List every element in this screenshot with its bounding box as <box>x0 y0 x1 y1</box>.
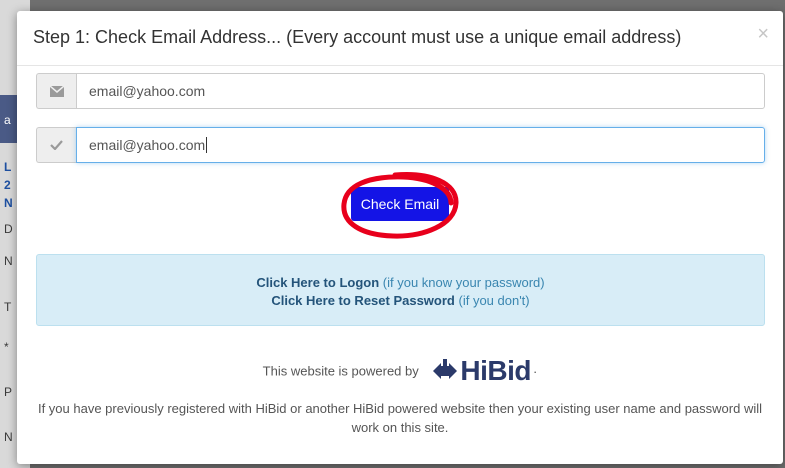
reset-line: Click Here to Reset Password (if you don… <box>37 293 764 308</box>
reset-hint: (if you don't) <box>458 293 530 308</box>
registration-modal: Step 1: Check Email Address... (Every ac… <box>17 11 783 464</box>
email-input-group: email@yahoo.com <box>36 73 765 109</box>
hibid-wordmark: HiBid <box>460 355 531 386</box>
background-char: N <box>4 254 13 268</box>
modal-header: Step 1: Check Email Address... (Every ac… <box>17 11 783 66</box>
hibid-logo: HiBid · <box>432 355 537 387</box>
check-icon <box>36 127 76 163</box>
footer-note: If you have previously registered with H… <box>37 401 763 435</box>
text-caret <box>206 137 208 153</box>
logo-trailing-dot: · <box>532 363 538 379</box>
logon-link[interactable]: Click Here to Logon <box>256 275 379 290</box>
background-char: T <box>4 300 12 314</box>
info-alert: Click Here to Logon (if you know your pa… <box>36 254 765 326</box>
hibid-arrows-icon <box>433 359 458 379</box>
modal-title: Step 1: Check Email Address... (Every ac… <box>33 27 682 47</box>
background-char: * <box>4 340 9 354</box>
powered-by-text: This website is powered by <box>262 363 419 379</box>
background-char: a <box>4 113 11 127</box>
confirm-email-input-group: email@yahoo.com <box>36 127 765 163</box>
powered-by: This website is powered by HiBid · <box>17 355 783 387</box>
logon-hint: (if you know your password) <box>382 275 545 290</box>
confirm-email-field-value: email@yahoo.com <box>89 137 206 153</box>
background-char: D <box>4 222 13 236</box>
email-field[interactable]: email@yahoo.com <box>76 73 765 109</box>
close-icon[interactable]: × <box>757 24 769 44</box>
envelope-icon <box>36 73 76 109</box>
background-char: N <box>4 196 13 210</box>
background-char: 2 <box>4 178 11 192</box>
background-char: N <box>4 430 13 444</box>
check-email-button[interactable]: Check Email <box>351 187 449 221</box>
logon-line: Click Here to Logon (if you know your pa… <box>37 275 764 290</box>
email-field-value: email@yahoo.com <box>89 83 206 99</box>
reset-password-link[interactable]: Click Here to Reset Password <box>271 293 455 308</box>
confirm-email-field[interactable]: email@yahoo.com <box>76 127 765 163</box>
background-char: L <box>4 160 12 174</box>
background-char: P <box>4 385 13 399</box>
